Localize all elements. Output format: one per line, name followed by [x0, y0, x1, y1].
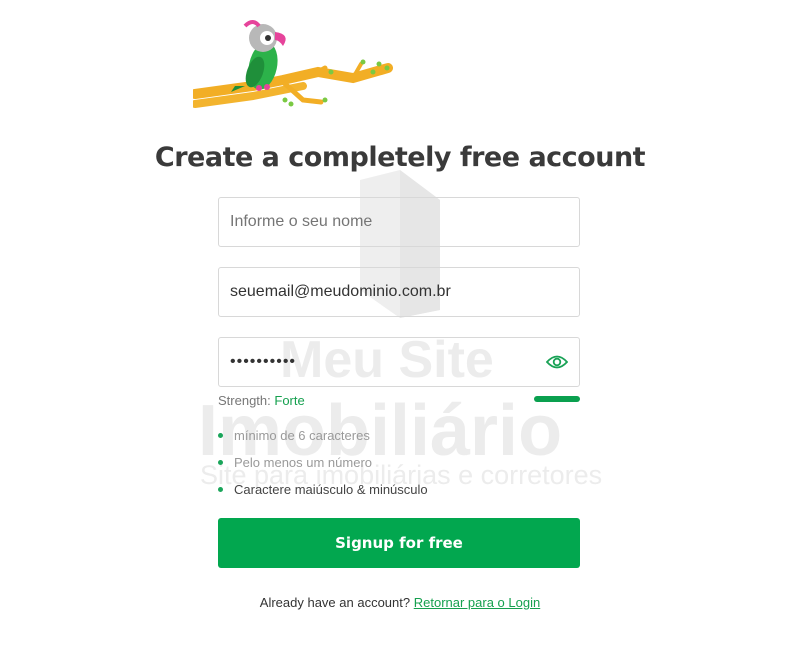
bullet-dot-icon: [218, 433, 223, 438]
strength-value: Forte: [274, 393, 305, 408]
requirement-text: Pelo menos um número: [234, 455, 373, 470]
page-title: Create a completely free account: [154, 142, 646, 173]
password-requirements: mínimo de 6 caracteres Pelo menos um núm…: [218, 428, 428, 509]
signup-button[interactable]: Signup for free: [218, 518, 580, 568]
bullet-dot-icon: [218, 487, 223, 492]
email-input[interactable]: [218, 267, 580, 317]
requirement-text: mínimo de 6 caracteres: [234, 428, 370, 443]
name-input[interactable]: [218, 197, 580, 247]
password-strength: Strength: Forte: [218, 393, 305, 408]
login-prompt: Already have an account? Retornar para o…: [0, 595, 800, 610]
login-prompt-text: Already have an account?: [259, 595, 411, 610]
requirement-item: Caractere maiúsculo & minúsculo: [218, 482, 428, 509]
login-link[interactable]: Retornar para o Login: [414, 595, 540, 610]
bullet-dot-icon: [218, 460, 223, 465]
parrot-mascot-logo: [193, 20, 393, 108]
requirement-item: Pelo menos um número: [218, 455, 428, 482]
password-strength-bar: [534, 396, 580, 402]
strength-label: Strength:: [218, 393, 271, 408]
requirement-item: mínimo de 6 caracteres: [218, 428, 428, 455]
show-password-eye-icon[interactable]: [546, 353, 568, 371]
requirement-text: Caractere maiúsculo & minúsculo: [234, 482, 428, 497]
password-input[interactable]: [218, 337, 580, 387]
